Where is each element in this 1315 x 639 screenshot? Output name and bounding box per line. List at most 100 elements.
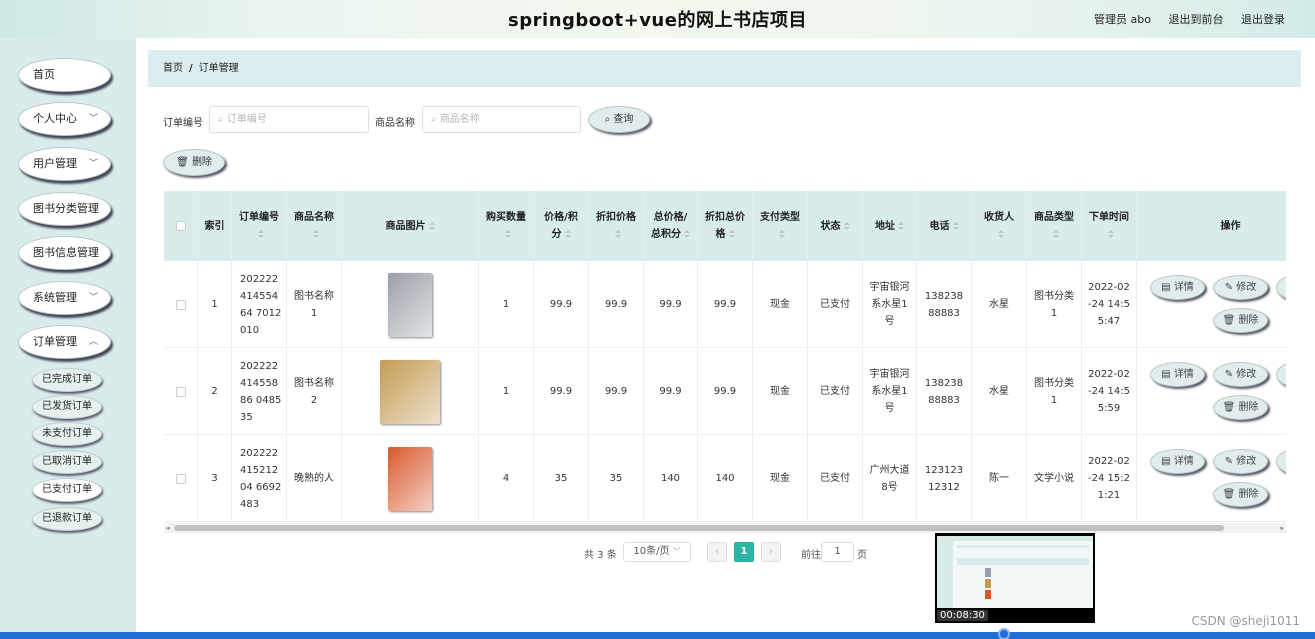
sort-icon[interactable] xyxy=(898,221,904,230)
more-action-button[interactable]: ⌀ xyxy=(1276,275,1286,300)
sort-icon[interactable] xyxy=(997,230,1004,238)
col-discount-total[interactable]: 折扣总价格 xyxy=(698,191,753,261)
next-page-button[interactable]: › xyxy=(761,542,781,562)
sidebar-item-book-info[interactable]: 图书信息管理 xyxy=(18,236,111,270)
sidebar-item-book-category[interactable]: 图书分类管理 xyxy=(18,192,111,226)
sidebar-subitem-unpaid[interactable]: 未支付订单 xyxy=(32,422,102,446)
more-action-button[interactable]: ⌀ xyxy=(1276,362,1286,387)
cell-phone: 13823888883 xyxy=(917,261,972,348)
page-number-current[interactable]: 1 xyxy=(734,542,754,562)
cell-actions: ▤ 详情 ✎ 修改 🗑 删除 ⌀ xyxy=(1137,348,1286,435)
col-price[interactable]: 价格/积分 xyxy=(534,191,589,261)
cell-discount-total: 99.9 xyxy=(698,348,753,435)
sidebar-subitem-cancelled[interactable]: 已取消订单 xyxy=(32,450,102,474)
col-goods-image[interactable]: 商品图片 xyxy=(342,191,479,261)
horizontal-scrollbar[interactable]: ◂ ▸ xyxy=(164,523,1286,533)
detail-button[interactable]: ▤ 详情 xyxy=(1150,449,1205,474)
delete-button[interactable]: 🗑 删除 xyxy=(1213,395,1268,420)
col-qty[interactable]: 购买数量 xyxy=(479,191,534,261)
col-receiver-label: 收货人 xyxy=(984,212,1014,223)
prev-page-button[interactable]: ‹ xyxy=(707,542,727,562)
batch-delete-button[interactable]: 🗑 删除 xyxy=(163,149,225,176)
cell-phone-text: 13823888883 xyxy=(924,377,964,406)
sidebar-item-orders[interactable]: 订单管理 ︿ xyxy=(18,325,111,359)
delete-button[interactable]: 🗑 删除 xyxy=(1213,308,1268,333)
edit-button[interactable]: ✎ 修改 xyxy=(1213,275,1268,300)
sort-icon[interactable] xyxy=(428,221,435,230)
sidebar-item-users[interactable]: 用户管理 ﹀ xyxy=(18,147,111,181)
scroll-right-icon[interactable]: ▸ xyxy=(1280,524,1284,532)
cell-goods-image xyxy=(342,348,479,435)
video-preview-thumbnail[interactable]: 00:08:30 xyxy=(935,533,1095,623)
sort-icon[interactable] xyxy=(312,230,319,238)
detail-button[interactable]: ▤ 详情 xyxy=(1150,362,1205,387)
breadcrumb-home[interactable]: 首页 xyxy=(163,63,183,74)
sidebar-subitem-refunded[interactable]: 已退款订单 xyxy=(32,507,102,531)
sort-icon[interactable] xyxy=(564,230,571,238)
col-time[interactable]: 下单时间 xyxy=(1082,191,1137,261)
cell-address: 宇宙银河系水星1号 xyxy=(863,348,917,435)
col-pay-type[interactable]: 支付类型 xyxy=(753,191,808,261)
col-status[interactable]: 状态 xyxy=(808,191,863,261)
sort-icon[interactable] xyxy=(504,230,511,238)
video-progress-bar[interactable] xyxy=(0,628,1315,639)
cell-price-text: 35 xyxy=(554,473,568,484)
order-no-placeholder: 订单编号 xyxy=(226,114,267,125)
col-phone[interactable]: 电话 xyxy=(917,191,972,261)
cell-status-text: 已支付 xyxy=(820,473,850,484)
cell-order-no: 20222241455464 7012010 xyxy=(232,261,287,348)
sort-icon[interactable] xyxy=(1052,230,1059,238)
sidebar-subitem-shipped[interactable]: 已发货订单 xyxy=(32,395,102,419)
page-size-select[interactable]: 10条/页 ﹀ xyxy=(623,542,691,562)
sidebar-subitem-completed[interactable]: 已完成订单 xyxy=(32,368,102,392)
col-discount[interactable]: 折扣价格 xyxy=(589,191,644,261)
sort-icon[interactable] xyxy=(843,221,850,230)
delete-button[interactable]: 🗑 删除 xyxy=(1213,482,1268,507)
sidebar-item-system[interactable]: 系统管理 ﹀ xyxy=(18,281,111,315)
row-checkbox[interactable] xyxy=(175,386,186,397)
sidebar-item-personal[interactable]: 个人中心 ﹀ xyxy=(18,102,111,136)
sort-icon[interactable] xyxy=(952,221,959,230)
detail-button[interactable]: ▤ 详情 xyxy=(1150,275,1205,300)
cell-qty-text: 4 xyxy=(502,473,510,484)
sidebar-item-label: 用户管理 xyxy=(33,157,77,170)
logout-link[interactable]: 退出登录 xyxy=(1241,13,1285,26)
scroll-left-icon[interactable]: ◂ xyxy=(166,524,170,532)
cell-goods-name-text: 图书名称1 xyxy=(294,290,334,319)
book-cover-image xyxy=(388,446,432,511)
scrollbar-thumb[interactable] xyxy=(174,525,1224,531)
col-address[interactable]: 地址 xyxy=(863,191,917,261)
pagination-total: 共 3 条 xyxy=(584,550,617,561)
sort-icon[interactable] xyxy=(614,230,621,238)
col-goods-name[interactable]: 商品名称 xyxy=(287,191,342,261)
goods-name-input[interactable]: ⌕ 商品名称 xyxy=(422,106,581,133)
row-checkbox[interactable] xyxy=(175,473,186,484)
cell-qty: 1 xyxy=(479,348,534,435)
col-category[interactable]: 商品类型 xyxy=(1027,191,1082,261)
back-to-front-link[interactable]: 退出到前台 xyxy=(1169,13,1224,26)
col-total[interactable]: 总价格/总积分 xyxy=(644,191,698,261)
col-goods-image-label: 商品图片 xyxy=(385,220,426,232)
col-receiver[interactable]: 收货人 xyxy=(972,191,1027,261)
sort-icon[interactable] xyxy=(257,230,264,238)
delete-button-label: 删除 xyxy=(1238,489,1259,500)
edit-button[interactable]: ✎ 修改 xyxy=(1213,449,1268,474)
sidebar-item-home[interactable]: 首页 xyxy=(18,58,111,92)
query-button[interactable]: ⌕ 查询 xyxy=(588,106,650,133)
sidebar-subitem-paid[interactable]: 已支付订单 xyxy=(32,478,102,502)
row-checkbox[interactable] xyxy=(175,299,186,310)
sort-icon[interactable] xyxy=(728,230,735,238)
select-all-checkbox[interactable] xyxy=(175,221,186,231)
more-action-button[interactable]: ⌀ xyxy=(1276,449,1286,474)
goto-page-input[interactable]: 1 xyxy=(821,542,854,562)
sort-icon[interactable] xyxy=(778,230,785,238)
sort-icon[interactable] xyxy=(684,230,690,238)
progress-knob[interactable] xyxy=(998,628,1010,639)
breadcrumb-current: 订单管理 xyxy=(198,63,239,74)
edit-button[interactable]: ✎ 修改 xyxy=(1213,362,1268,387)
col-actions: 操作 xyxy=(1137,191,1286,261)
sort-icon[interactable] xyxy=(1107,230,1114,238)
order-no-input[interactable]: ⌕ 订单编号 xyxy=(209,106,369,133)
col-order-no[interactable]: 订单编号 xyxy=(232,191,287,261)
cell-category: 文学小说 xyxy=(1027,435,1082,522)
